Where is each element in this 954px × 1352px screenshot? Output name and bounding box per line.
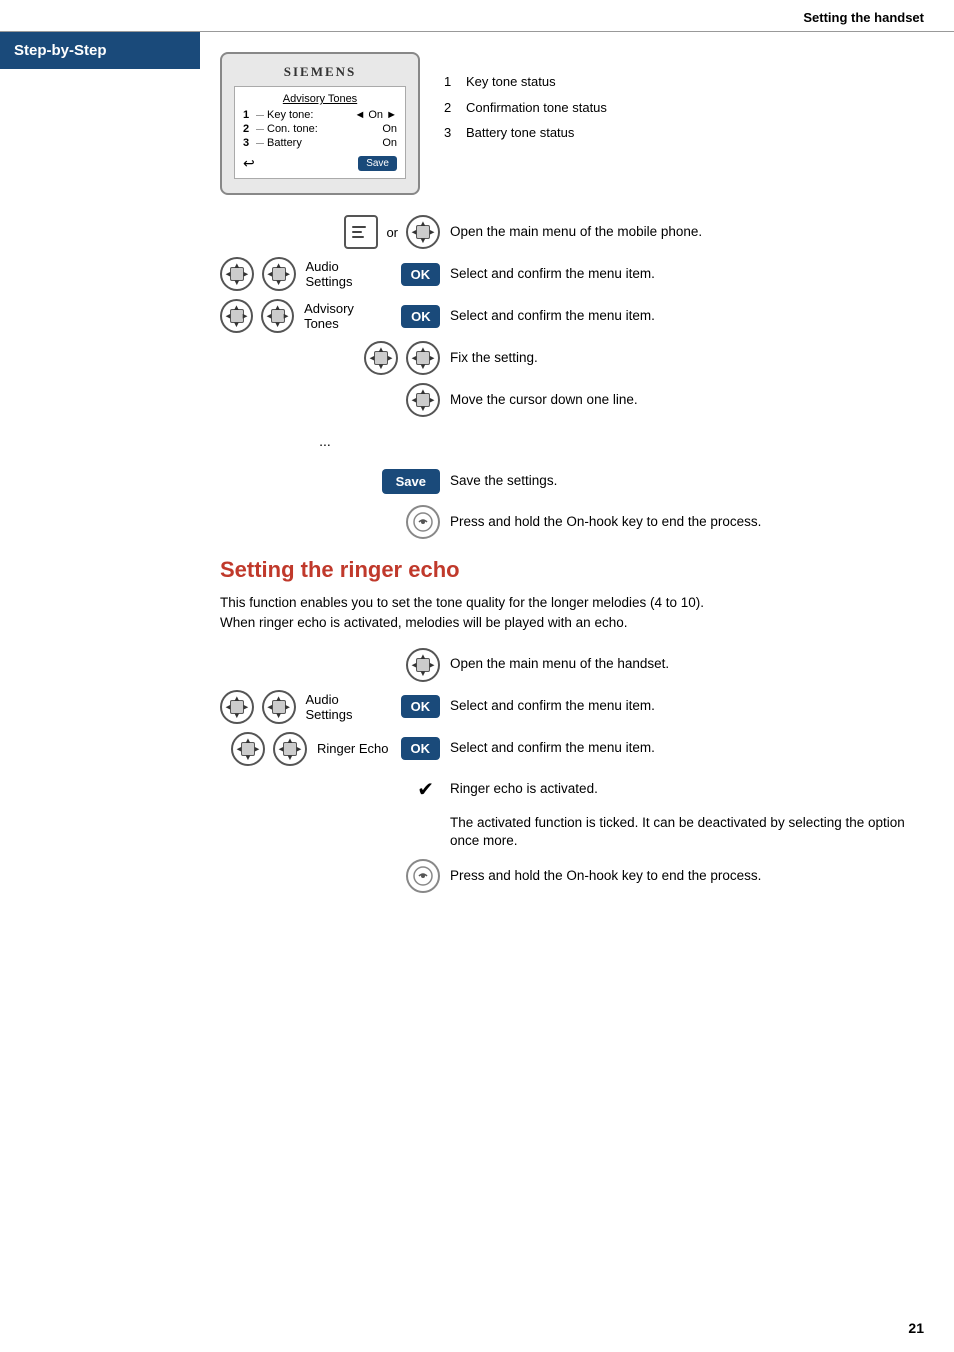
annotation-1: 1 Key tone status bbox=[444, 72, 607, 92]
ok-button-3[interactable]: OK bbox=[401, 695, 440, 718]
advisory-nav-cluster: ▲ ▼ ◄ ► ▲ ▼ ◄ ► bbox=[220, 299, 440, 333]
dpad-icon-4: ▲ ▼ ◄ ► bbox=[261, 299, 294, 333]
menu-icon bbox=[344, 215, 378, 249]
phone-save-row: ↩ Save bbox=[243, 155, 397, 172]
audio-settings-label-2: Audio Settings bbox=[306, 692, 389, 722]
audio-settings-2-desc: Select and confirm the menu item. bbox=[450, 697, 924, 716]
fix-setting-desc: Fix the setting. bbox=[450, 349, 924, 368]
dpad-icon-12: ▲ ▼ ◄ ► bbox=[273, 732, 307, 766]
ticked-desc: The activated function is ticked. It can… bbox=[450, 814, 924, 852]
section-2-heading: Setting the ringer echo bbox=[220, 557, 924, 583]
menu-nav-cluster: or ▲ ▼ ◄ ► bbox=[344, 215, 440, 249]
audio-settings-desc: Select and confirm the menu item. bbox=[450, 265, 924, 284]
phone-section: SIEMENS Advisory Tones 1 Key tone: ◄ On … bbox=[220, 52, 924, 195]
phone-row-3: 3 Battery On bbox=[243, 137, 397, 149]
advisory-tones-label: Advisory Tones bbox=[304, 301, 389, 331]
ringer-echo-label: Ringer Echo bbox=[317, 741, 389, 756]
annotation-2: 2 Confirmation tone status bbox=[444, 98, 607, 118]
step-ticked: The activated function is ticked. It can… bbox=[220, 814, 924, 852]
phone-row-2: 2 Con. tone: On bbox=[243, 123, 397, 135]
step-onhook-1: Press and hold the On-hook key to end th… bbox=[220, 505, 924, 539]
ringer-echo-desc: Select and confirm the menu item. bbox=[450, 739, 924, 758]
header-title: Setting the handset bbox=[803, 10, 924, 25]
sidebar-label: Step-by-Step bbox=[0, 32, 200, 69]
open-menu-desc: Open the main menu of the mobile phone. bbox=[450, 223, 924, 242]
dpad-icon-1: ▲ ▼ ◄ ► bbox=[220, 257, 254, 291]
step-ellipsis: ... bbox=[220, 425, 924, 457]
ok-button-4[interactable]: OK bbox=[401, 737, 441, 760]
step-audio-settings-2: ▲ ▼ ◄ ► ▲ ▼ ◄ ► bbox=[220, 690, 924, 724]
sidebar: Step-by-Step bbox=[0, 32, 200, 1332]
step-ringer-echo: ▲ ▼ ◄ ► ▲ ▼ ◄ ► bbox=[220, 732, 924, 766]
save-desc: Save the settings. bbox=[450, 472, 924, 491]
phone-annotations: 1 Key tone status 2 Confirmation tone st… bbox=[444, 52, 607, 149]
step-fix-setting: ▲ ▼ ◄ ► ▲ ▼ ◄ ► bbox=[220, 341, 924, 375]
ellipsis-text: ... bbox=[220, 433, 440, 449]
onhook-icon-1 bbox=[406, 505, 440, 539]
dpad-icon: ▲ ▼ ◄ ► bbox=[406, 215, 440, 249]
dpad-icon-10: ▲ ▼ ◄ ► bbox=[262, 690, 296, 724]
phone-row-1: 1 Key tone: ◄ On ► bbox=[243, 109, 397, 121]
phone-screen-title: Advisory Tones bbox=[243, 93, 397, 105]
page-header: Setting the handset bbox=[0, 0, 954, 32]
step-activated: ✔ Ringer echo is activated. bbox=[220, 774, 924, 806]
dpad-icon-11: ▲ ▼ ◄ ► bbox=[231, 732, 265, 766]
ok-button-1[interactable]: OK bbox=[401, 263, 440, 286]
dpad-icon-2: ▲ ▼ ◄ ► bbox=[262, 257, 296, 291]
or-text: or bbox=[386, 225, 398, 240]
steps-section-1: or ▲ ▼ ◄ ► Open the main bbox=[220, 215, 924, 539]
dpad-icon-3: ▲ ▼ ◄ ► bbox=[220, 299, 253, 333]
phone-save-button: Save bbox=[358, 156, 397, 171]
step-onhook-2: Press and hold the On-hook key to end th… bbox=[220, 859, 924, 893]
step-move-cursor: ▲ ▼ ◄ ► Move the cursor down one line. bbox=[220, 383, 924, 417]
dpad-icon-6: ▲ ▼ ◄ ► bbox=[406, 341, 440, 375]
save-button[interactable]: Save bbox=[382, 469, 440, 494]
step-advisory-tones: ▲ ▼ ◄ ► ▲ ▼ ◄ ► bbox=[220, 299, 924, 333]
dpad-icon-9: ▲ ▼ ◄ ► bbox=[220, 690, 254, 724]
checkmark-icon: ✔ bbox=[417, 777, 434, 802]
onhook-1-desc: Press and hold the On-hook key to end th… bbox=[450, 513, 924, 532]
fix-nav-cluster: ▲ ▼ ◄ ► ▲ ▼ ◄ ► bbox=[364, 341, 440, 375]
audio2-nav-cluster: ▲ ▼ ◄ ► ▲ ▼ ◄ ► bbox=[220, 690, 440, 724]
section-2-body: This function enables you to set the ton… bbox=[220, 593, 740, 634]
move-nav-cluster: ▲ ▼ ◄ ► bbox=[406, 383, 440, 417]
advisory-tones-desc: Select and confirm the menu item. bbox=[450, 307, 924, 326]
phone-back-icon: ↩ bbox=[243, 155, 255, 172]
onhook-2-desc: Press and hold the On-hook key to end th… bbox=[450, 867, 924, 886]
ringer-nav-cluster: ▲ ▼ ◄ ► ▲ ▼ ◄ ► bbox=[231, 732, 440, 766]
main-content: SIEMENS Advisory Tones 1 Key tone: ◄ On … bbox=[200, 32, 954, 1332]
annotation-3: 3 Battery tone status bbox=[444, 123, 607, 143]
onhook-icon-2 bbox=[406, 859, 440, 893]
step-save: Save Save the settings. bbox=[220, 465, 924, 497]
step-open-menu: or ▲ ▼ ◄ ► Open the main bbox=[220, 215, 924, 249]
page-number: 21 bbox=[908, 1320, 924, 1336]
handset-menu-cluster: ▲ ▼ ◄ ► bbox=[406, 648, 440, 682]
phone-screen: Advisory Tones 1 Key tone: ◄ On ► 2 Con.… bbox=[234, 86, 406, 179]
dpad-icon-8: ▲ ▼ ◄ ► bbox=[406, 648, 440, 682]
step-open-handset-menu: ▲ ▼ ◄ ► Open the main menu of the handse… bbox=[220, 648, 924, 682]
activated-desc: Ringer echo is activated. bbox=[450, 780, 924, 799]
step-audio-settings: ▲ ▼ ◄ ► ▲ ▼ ◄ ► bbox=[220, 257, 924, 291]
audio-settings-label: Audio Settings bbox=[306, 259, 389, 289]
open-handset-menu-desc: Open the main menu of the handset. bbox=[450, 655, 924, 674]
dpad-icon-7: ▲ ▼ ◄ ► bbox=[406, 383, 440, 417]
phone-mockup: SIEMENS Advisory Tones 1 Key tone: ◄ On … bbox=[220, 52, 420, 195]
steps-section-2: ▲ ▼ ◄ ► Open the main menu of the handse… bbox=[220, 648, 924, 894]
ok-button-2[interactable]: OK bbox=[401, 305, 440, 328]
phone-brand: SIEMENS bbox=[234, 64, 406, 80]
dpad-icon-5: ▲ ▼ ◄ ► bbox=[364, 341, 398, 375]
move-cursor-desc: Move the cursor down one line. bbox=[450, 391, 924, 410]
audio-nav-cluster: ▲ ▼ ◄ ► ▲ ▼ ◄ ► bbox=[220, 257, 440, 291]
